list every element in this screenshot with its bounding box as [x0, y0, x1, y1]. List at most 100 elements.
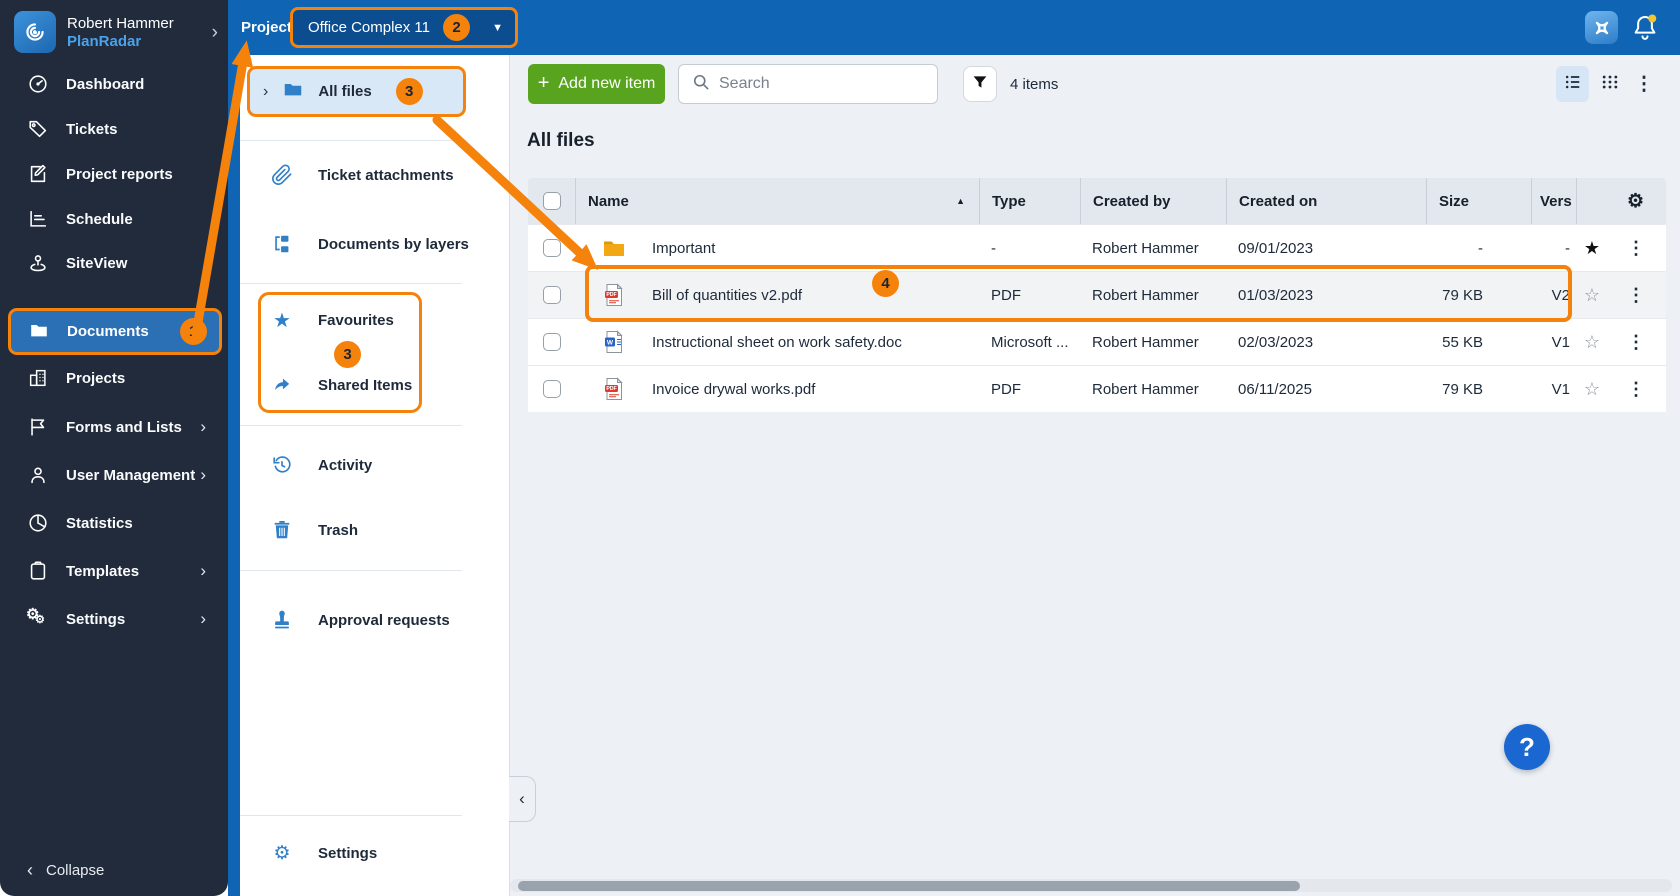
annotation-badge-3b: 3	[334, 341, 361, 368]
planradar-connect-icon[interactable]	[1585, 11, 1618, 44]
favourite-star-icon[interactable]: ☆	[1578, 285, 1606, 306]
table-row-bill-of-quantities[interactable]: PDF Bill of quantities v2.pdf PDF Robert…	[528, 271, 1666, 318]
sidebar-item-dashboard[interactable]: Dashboard	[0, 62, 228, 106]
panel-item-label: Activity	[318, 456, 373, 474]
submenu-chevron-icon: ›	[200, 609, 206, 628]
sidebar-item-label: SiteView	[66, 254, 128, 272]
sidebar-item-label: Forms and Lists	[66, 418, 182, 436]
notifications-bell-icon[interactable]	[1630, 12, 1660, 42]
select-all-checkbox[interactable]	[542, 192, 561, 210]
collapse-panel-tab[interactable]: ‹	[509, 776, 536, 822]
panel-item-activity[interactable]: Activity	[240, 445, 508, 485]
sidebar-item-siteview[interactable]: SiteView	[0, 241, 228, 285]
submenu-chevron-icon: ›	[200, 417, 206, 436]
account-switcher[interactable]: Robert Hammer PlanRadar	[14, 11, 214, 53]
pdf-file-icon: PDF	[602, 282, 626, 308]
file-created-on: 02/03/2023	[1238, 333, 1314, 351]
sidebar-item-project-reports[interactable]: Project reports	[0, 152, 228, 196]
sidebar-item-documents[interactable]: Documents 1	[8, 308, 222, 355]
column-header-name[interactable]: Name ▲	[575, 178, 979, 224]
row-kebab-menu[interactable]: ⋮	[1626, 285, 1646, 306]
column-header-type[interactable]: Type	[979, 178, 1080, 224]
approval-stamp-icon	[270, 608, 294, 632]
panel-item-settings[interactable]: ⚙ Settings	[240, 833, 508, 873]
trash-icon	[270, 518, 294, 542]
project-select-dropdown[interactable]: Office Complex 11 2 ▼	[290, 7, 518, 48]
sidebar-item-label: Templates	[66, 562, 140, 580]
table-row-important[interactable]: Important - Robert Hammer 09/01/2023 - -…	[528, 224, 1666, 271]
file-name: Instructional sheet on work safety.doc	[652, 333, 902, 351]
list-view-toggle[interactable]	[1556, 66, 1589, 102]
folder-yellow-icon	[602, 235, 626, 261]
help-button[interactable]: ?	[1504, 724, 1550, 770]
column-header-created-on[interactable]: Created on	[1226, 178, 1426, 224]
file-type: Microsoft ...	[991, 333, 1069, 351]
panel-item-documents-by-layers[interactable]: Documents by layers	[240, 224, 508, 264]
column-settings-gear-icon[interactable]: ⚙	[1576, 178, 1666, 224]
folder-icon	[282, 78, 304, 105]
add-new-item-button[interactable]: + Add new item	[528, 64, 665, 104]
panel-item-approval-requests[interactable]: Approval requests	[240, 600, 508, 640]
panel-item-all-files[interactable]: › All files 3	[247, 66, 466, 117]
row-checkbox[interactable]	[542, 239, 561, 257]
annotation-badge-4: 4	[872, 270, 899, 297]
row-checkbox[interactable]	[542, 333, 561, 351]
table-row-invoice-drywal[interactable]: PDF Invoice drywal works.pdf PDF Robert …	[528, 365, 1666, 412]
panel-item-label: Trash	[318, 521, 359, 539]
divider	[240, 425, 462, 426]
collapse-sidebar-button[interactable]: ‹ Collapse	[27, 860, 104, 881]
grid-view-toggle[interactable]	[1595, 66, 1625, 102]
column-header-version[interactable]: Vers	[1531, 178, 1576, 224]
schedule-icon	[27, 208, 49, 230]
file-created-by: Robert Hammer	[1092, 286, 1199, 304]
collapse-label: Collapse	[46, 862, 105, 879]
row-kebab-menu[interactable]: ⋮	[1626, 238, 1646, 259]
panel-item-trash[interactable]: Trash	[240, 510, 508, 550]
column-header-size[interactable]: Size	[1426, 178, 1531, 224]
panel-item-label: Documents by layers	[318, 235, 469, 253]
row-checkbox[interactable]	[542, 286, 561, 304]
sidebar-item-schedule[interactable]: Schedule	[0, 197, 228, 241]
scrollbar-thumb[interactable]	[518, 880, 1300, 891]
filter-button[interactable]	[963, 66, 997, 102]
favourite-star-icon[interactable]: ☆	[1578, 379, 1606, 400]
pdf-file-icon: PDF	[602, 376, 626, 402]
favourite-star-icon[interactable]: ☆	[1578, 332, 1606, 353]
user-management-icon	[27, 464, 49, 486]
forms-and-lists-icon	[27, 416, 49, 438]
annotation-badge-1: 1	[179, 318, 207, 345]
panel-item-favourites[interactable]: ★ Favourites	[240, 300, 508, 340]
divider	[240, 815, 462, 816]
sidebar-item-tickets[interactable]: Tickets	[0, 107, 228, 151]
panel-item-shared-items[interactable]: Shared Items	[240, 365, 508, 405]
favourite-star-icon[interactable]: ★	[1578, 238, 1606, 259]
annotation-badge-3: 3	[395, 78, 423, 105]
file-size: -	[1478, 239, 1483, 257]
table-header: Name ▲ Type Created by Created on Size V…	[528, 178, 1666, 224]
panel-item-ticket-attachments[interactable]: Ticket attachments	[240, 155, 508, 195]
toolbar-kebab-menu[interactable]: ⋮	[1632, 66, 1656, 102]
panel-item-label: Ticket attachments	[318, 166, 454, 184]
search-input[interactable]	[719, 75, 937, 93]
sidebar-item-settings[interactable]: ⚙ ⚙ Settings ›	[0, 597, 228, 641]
sidebar-item-projects[interactable]: Projects	[0, 356, 228, 400]
panel-item-label: Settings	[318, 844, 378, 862]
sidebar-item-user-management[interactable]: User Management ›	[0, 453, 228, 497]
row-checkbox[interactable]	[542, 380, 561, 398]
table-row-instructional-sheet[interactable]: W Instructional sheet on work safety.doc…	[528, 318, 1666, 365]
planradar-logo	[14, 11, 56, 53]
svg-text:PDF: PDF	[606, 386, 616, 392]
row-kebab-menu[interactable]: ⋮	[1626, 332, 1646, 353]
divider	[240, 140, 462, 141]
file-created-by: Robert Hammer	[1092, 380, 1199, 398]
column-header-created-by[interactable]: Created by	[1080, 178, 1226, 224]
row-kebab-menu[interactable]: ⋮	[1626, 379, 1646, 400]
templates-icon	[27, 560, 49, 582]
gear-icon: ⚙	[273, 842, 291, 864]
sidebar-item-forms-and-lists[interactable]: Forms and Lists ›	[0, 405, 228, 449]
sidebar-item-statistics[interactable]: Statistics	[0, 501, 228, 545]
funnel-icon	[971, 73, 989, 96]
search-field	[678, 64, 938, 104]
sidebar-item-templates[interactable]: Templates ›	[0, 549, 228, 593]
settings-gears-icon: ⚙ ⚙	[26, 606, 45, 626]
